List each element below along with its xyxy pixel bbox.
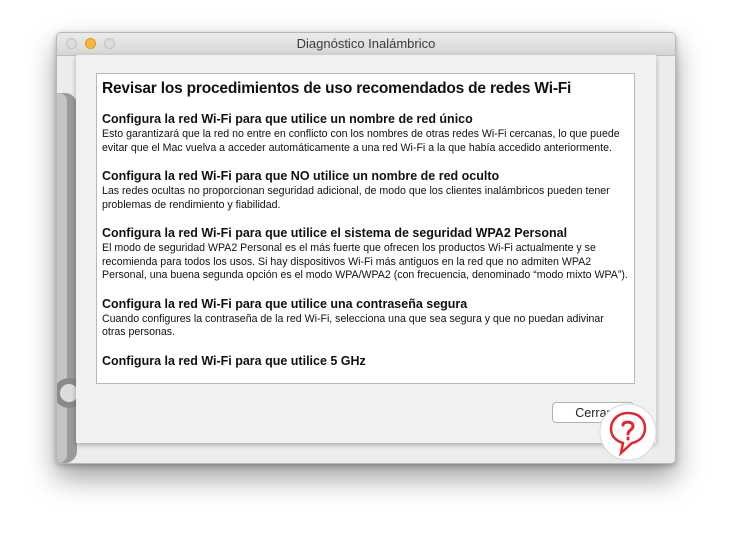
recommendation-item: Configura la red Wi-Fi para que utilice … (102, 112, 630, 155)
dialog-sheet: Revisar los procedimientos de uso recome… (76, 55, 656, 443)
window-title: Diagnóstico Inalámbrico (296, 36, 436, 51)
recommendation-title: Configura la red Wi-Fi para que utilice … (102, 112, 473, 126)
recommendation-title: Configura la red Wi-Fi para que utilice … (102, 226, 568, 240)
recommendation-body: El modo de seguridad WPA2 Personal es el… (102, 242, 628, 281)
recommendation-title: Configura la red Wi-Fi para que NO utili… (102, 169, 500, 183)
recommendation-item: Configura la red Wi-Fi para que utilice … (102, 226, 630, 283)
panel-heading: Revisar los procedimientos de uso recome… (102, 80, 572, 97)
recommendation-body: Esto garantizará que la red no entre en … (102, 128, 620, 154)
recommendation-item: Configura la red Wi-Fi para que utilice … (102, 297, 630, 340)
recommendation-body: Las redes ocultas no proporcionan seguri… (102, 185, 610, 211)
diagnostics-window: Diagnóstico Inalámbrico Revisar los proc… (56, 32, 676, 464)
recommendation-title: Configura la red Wi-Fi para que utilice … (102, 296, 468, 311)
recommendation-item: Configura la red Wi-Fi para que NO utili… (102, 169, 630, 212)
title-bar[interactable]: Diagnóstico Inalámbrico (57, 33, 675, 56)
solvetic-logo-icon (599, 403, 657, 461)
recommendations-panel[interactable]: Revisar los procedimientos de uso recome… (96, 73, 635, 384)
recommendation-item: Configura la red Wi-Fi para que utilice … (102, 354, 630, 368)
recommendation-body: Cuando configures la contraseña de la re… (102, 312, 604, 339)
recommendation-title: Configura la red Wi-Fi para que utilice … (102, 353, 366, 368)
